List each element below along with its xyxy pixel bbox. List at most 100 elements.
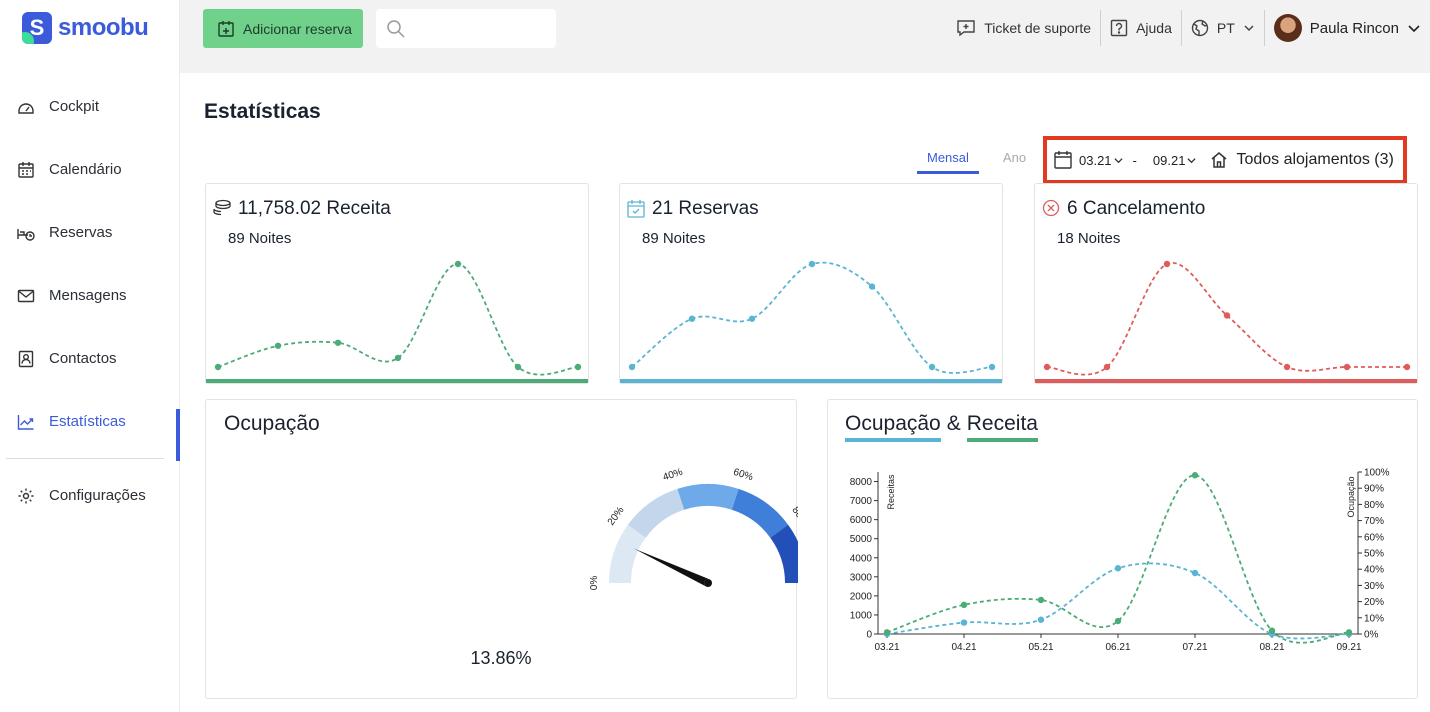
contact-card-icon <box>18 350 34 367</box>
gauge-segment <box>731 488 789 538</box>
x-tick-label: 03.21 <box>874 642 899 653</box>
revenue-point <box>1191 569 1199 577</box>
cancellations-point <box>1223 312 1231 319</box>
reservations-point <box>628 363 636 371</box>
sidebar-item-calendar[interactable]: Calendário <box>0 138 180 201</box>
support-ticket-link[interactable]: Ticket de suporte <box>947 10 1100 46</box>
gauge-tick-label: 80% <box>789 505 798 528</box>
help-link[interactable]: Ajuda <box>1101 10 1181 46</box>
logo-text: smoobu <box>58 14 149 41</box>
sidebar-item-label: Configurações <box>49 487 146 504</box>
sidebar: S smoobu Cockpit Calendário Reservas Men… <box>0 0 180 712</box>
revenue-point <box>574 363 582 371</box>
y2-tick-label: 30% <box>1364 581 1384 592</box>
occupancy-value: 13.86% <box>470 648 532 668</box>
search-icon <box>387 19 405 38</box>
search-box[interactable] <box>376 9 556 48</box>
y-tick-label: 5000 <box>850 534 873 545</box>
sidebar-item-label: Mensagens <box>49 287 127 304</box>
x-tick-label: 05.21 <box>1028 642 1053 653</box>
user-name: Paula Rincon <box>1309 19 1399 37</box>
y2-tick-label: 40% <box>1364 565 1384 576</box>
gauge-segment <box>627 488 685 538</box>
logo[interactable]: S smoobu <box>22 12 149 44</box>
chart-title-occupancy: Ocupação <box>845 412 941 442</box>
occupancy-point <box>883 629 891 636</box>
occupancy-point <box>1345 629 1353 636</box>
occupancy-point <box>960 601 968 609</box>
sidebar-item-label: Calendário <box>49 161 122 178</box>
gauge-hub <box>704 579 712 587</box>
date-range-dash: - <box>1132 152 1137 168</box>
occupancy-series-line <box>886 474 1350 644</box>
sidebar-item-cockpit[interactable]: Cockpit <box>0 75 180 138</box>
from-month-value: 03.21 <box>1079 152 1112 168</box>
language-label: PT <box>1216 20 1235 36</box>
x-tick-label: 09.21 <box>1336 642 1361 653</box>
sidebar-item-contacts[interactable]: Contactos <box>0 327 180 390</box>
y-tick-label: 7000 <box>850 496 873 507</box>
y2-tick-label: 20% <box>1364 597 1384 608</box>
from-month-select[interactable]: 03.21 <box>1079 153 1123 168</box>
sidebar-nav: Cockpit Calendário Reservas Mensagens Co… <box>0 75 180 461</box>
sidebar-item-label: Cockpit <box>49 98 100 115</box>
search-input[interactable] <box>414 20 554 37</box>
support-ticket-label: Ticket de suporte <box>984 20 1092 36</box>
revenue-sparkline <box>214 260 582 376</box>
help-icon <box>1110 19 1128 37</box>
to-month-select[interactable]: 09.21 <box>1153 153 1197 168</box>
cancellations-point <box>1283 363 1291 371</box>
x-tick-label: 04.21 <box>951 642 976 653</box>
sidebar-item-reservations[interactable]: Reservas <box>0 201 180 264</box>
to-month-value: 09.21 <box>1152 152 1186 168</box>
home-icon <box>1211 152 1227 168</box>
occupancy-point <box>1268 627 1276 634</box>
sidebar-item-label: Estatísticas <box>49 413 126 430</box>
sidebar-item-messages[interactable]: Mensagens <box>0 264 180 327</box>
avatar <box>1273 14 1302 42</box>
y-tick-label: 3000 <box>850 572 873 583</box>
reservations-point <box>748 315 756 322</box>
revenue-point <box>514 363 522 371</box>
cancellations-line <box>1046 262 1407 376</box>
chart-title-revenue: Receita <box>966 412 1038 442</box>
user-menu[interactable]: Paula Rincon <box>1265 10 1430 46</box>
period-tabs: Mensal Ano <box>917 148 1036 174</box>
sidebar-item-statistics[interactable]: Estatísticas <box>0 390 180 461</box>
calendar-check-icon <box>627 200 645 218</box>
y-axis-label: Receitas <box>886 474 896 510</box>
revenue-title: 11,758.02 Receita <box>238 198 391 219</box>
chevron-down-icon <box>1113 157 1123 163</box>
calendar-icon <box>18 161 34 178</box>
reservations-line <box>631 261 993 374</box>
trend-chart-icon <box>17 414 34 430</box>
gauge-needle <box>633 548 710 587</box>
sidebar-item-settings[interactable]: Configurações <box>0 464 180 527</box>
cancel-circle-icon <box>1042 199 1060 217</box>
y2-axis-label: Ocupação <box>1346 476 1356 517</box>
reservations-card: 21 Reservas 89 Noites <box>619 183 1003 384</box>
coins-icon <box>213 199 231 216</box>
language-selector[interactable]: PT <box>1182 10 1264 46</box>
logo-mark: S <box>22 12 52 44</box>
y2-tick-label: 0% <box>1364 630 1379 641</box>
tab-year[interactable]: Ano <box>993 148 1036 174</box>
bed-clock-icon <box>17 228 35 241</box>
chat-plus-icon <box>957 20 975 37</box>
add-reservation-button[interactable]: Adicionar reserva <box>203 9 363 48</box>
reservations-point <box>928 363 936 371</box>
x-tick-label: 07.21 <box>1182 642 1207 653</box>
revenue-point <box>214 363 222 371</box>
y-tick-label: 1000 <box>850 610 873 621</box>
property-select[interactable]: Todos alojamentos (3) <box>1210 151 1394 169</box>
tab-monthly[interactable]: Mensal <box>917 148 979 174</box>
y-tick-label: 0 <box>866 630 872 641</box>
topbar: Adicionar reserva Ticket de suporte Ajud… <box>180 0 1430 73</box>
revenue-series-line <box>886 562 1350 640</box>
chart-title-amp: & <box>946 412 961 435</box>
occupancy-title: Ocupação <box>224 412 320 435</box>
add-reservation-label: Adicionar reserva <box>243 20 352 37</box>
cancellations-sparkline <box>1043 260 1411 376</box>
reservations-point <box>988 363 996 371</box>
y2-tick-label: 70% <box>1364 516 1384 527</box>
